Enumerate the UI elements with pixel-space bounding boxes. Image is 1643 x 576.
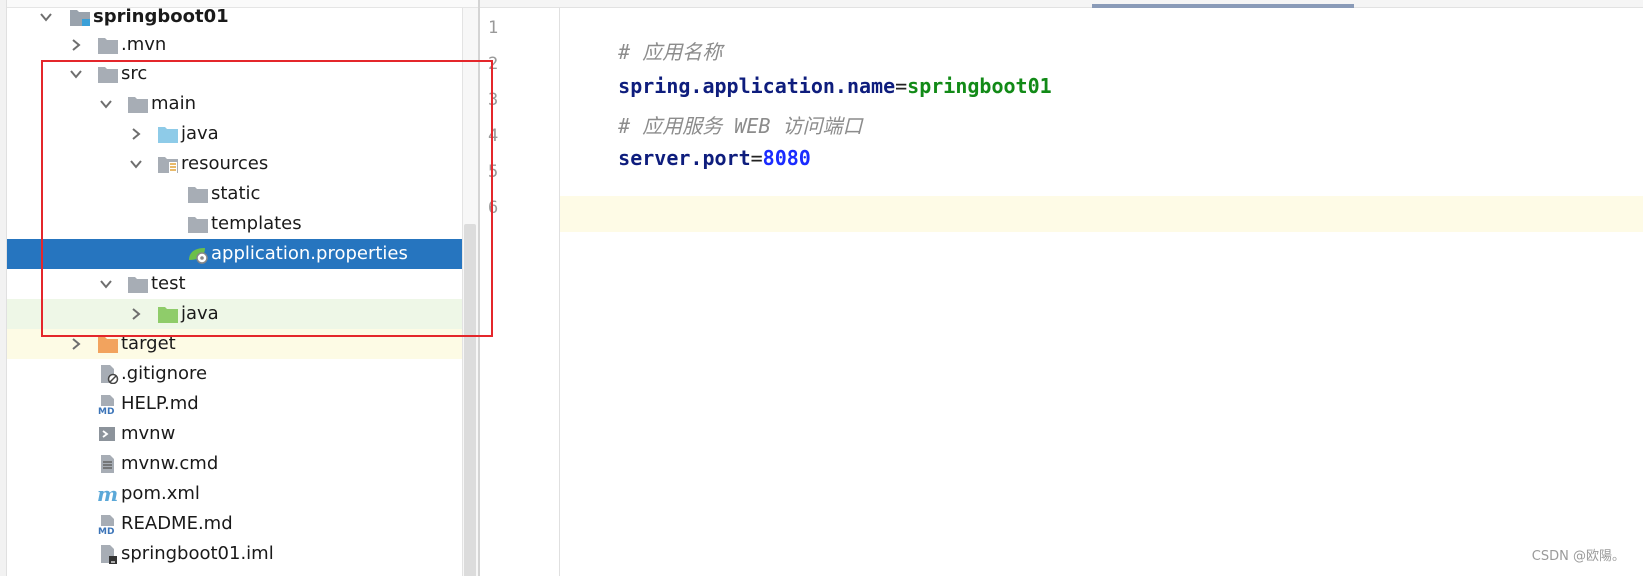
editor-tab-bar [480,0,1643,8]
property-key-token: server.port [618,146,751,170]
chevron-right-icon[interactable] [129,119,143,149]
chevron-down-icon[interactable] [99,269,113,299]
tree-item-label: springboot01 [93,6,229,27]
project-tree-panel: springboot01 .mvn src main java resource… [0,0,478,576]
tree-item-templates[interactable]: templates [7,209,462,239]
tree-item-mvnw-cmd[interactable]: mvnw.cmd [7,449,462,479]
tree-item-label: templates [211,213,302,234]
chevron-down-icon[interactable] [39,2,53,32]
tree-item-pom-xml[interactable]: m pom.xml [7,479,462,509]
tree-item-label: mvnw [121,423,176,444]
folder-icon [97,35,119,55]
tree-item-label: pom.xml [121,483,200,504]
folder-icon [127,94,149,114]
tree-item-label: HELP.md [121,393,199,414]
code-line-4[interactable]: server.port=8080 [570,122,811,194]
tree-item-label: main [151,93,196,114]
tree-item-label: resources [181,153,269,174]
active-tab-indicator [1092,4,1354,8]
text-file-icon [97,454,119,474]
tree-item-test-java[interactable]: java [7,299,462,329]
tree-item-label: .gitignore [121,363,208,384]
tree-item-help-md[interactable]: MD HELP.md [7,389,462,419]
code-editor[interactable]: 1 2 3 4 5 6 # 应用名称 spring.application.na… [480,0,1643,576]
maven-file-icon: m [97,482,119,506]
property-value-token: 8080 [762,146,811,170]
tree-item-label: test [151,273,186,294]
tree-item-target[interactable]: target [7,329,462,359]
tree-item-label: target [121,333,176,354]
markdown-file-icon: MD [97,394,119,417]
markdown-file-icon: MD [97,514,119,537]
tree-item-test[interactable]: test [7,269,462,299]
tree-item-label: src [121,63,148,84]
tree-item-readme-md[interactable]: MD README.md [7,509,462,539]
tree-item-static[interactable]: static [7,179,462,209]
tree-item-label: java [181,303,219,324]
tree-item-main[interactable]: main [7,89,462,119]
chevron-right-icon[interactable] [69,30,83,60]
equals-token: = [750,146,763,170]
module-folder-icon [69,7,91,27]
tree-item-mvnw[interactable]: mvnw [7,419,462,449]
tree-item-gitignore[interactable]: .gitignore [7,359,462,389]
resources-folder-icon [157,154,179,174]
chevron-right-icon[interactable] [69,329,83,359]
tool-window-strip [0,0,7,576]
watermark: CSDN @欧陽。 [1531,549,1625,564]
equals-token: = [895,74,908,98]
tree-item-iml[interactable]: springboot01.iml [7,539,462,569]
line-number: 5 [488,162,499,182]
tree-item-label: application.properties [211,243,408,264]
shell-script-icon [97,424,119,444]
tree-item-root[interactable]: springboot01 [7,2,462,32]
chevron-down-icon[interactable] [69,59,83,89]
folder-icon [187,184,209,204]
tree-item-application-properties[interactable]: application.properties [7,239,462,269]
tree-item-src[interactable]: src [7,59,462,89]
chevron-down-icon[interactable] [129,149,143,179]
module-file-icon [97,544,119,564]
line-number: 3 [488,90,499,110]
line-number: 6 [488,198,499,218]
chevron-right-icon[interactable] [129,299,143,329]
source-folder-icon [157,124,179,144]
tree-item-main-java[interactable]: java [7,119,462,149]
tree-item-resources[interactable]: resources [7,149,462,179]
test-folder-icon [157,304,179,324]
line-number-gutter: 1 2 3 4 5 6 [480,8,560,576]
tree-scrollbar-thumb[interactable] [464,224,476,576]
folder-icon [97,64,119,84]
line-number: 1 [488,18,499,38]
spring-properties-icon [187,244,209,264]
tree-item-label: README.md [121,513,233,534]
tree-item-label: static [211,183,261,204]
folder-icon [187,214,209,234]
tree-item-label: springboot01.iml [121,543,274,564]
svg-text:m: m [97,484,118,504]
line-number: 2 [488,54,499,74]
tree-item-mvn[interactable]: .mvn [7,30,462,60]
tree-item-label: .mvn [121,34,167,55]
property-value-token: springboot01 [907,74,1052,98]
svg-text:MD: MD [98,407,114,414]
tree-scrollbar[interactable] [462,8,478,576]
svg-text:MD: MD [98,527,114,534]
excluded-folder-icon [97,334,119,354]
current-line-highlight [480,196,1643,232]
chevron-down-icon[interactable] [99,89,113,119]
folder-icon [127,274,149,294]
tree-item-label: java [181,123,219,144]
ignore-file-icon [97,364,119,385]
line-number: 4 [488,126,499,146]
tree-item-label: mvnw.cmd [121,453,219,474]
